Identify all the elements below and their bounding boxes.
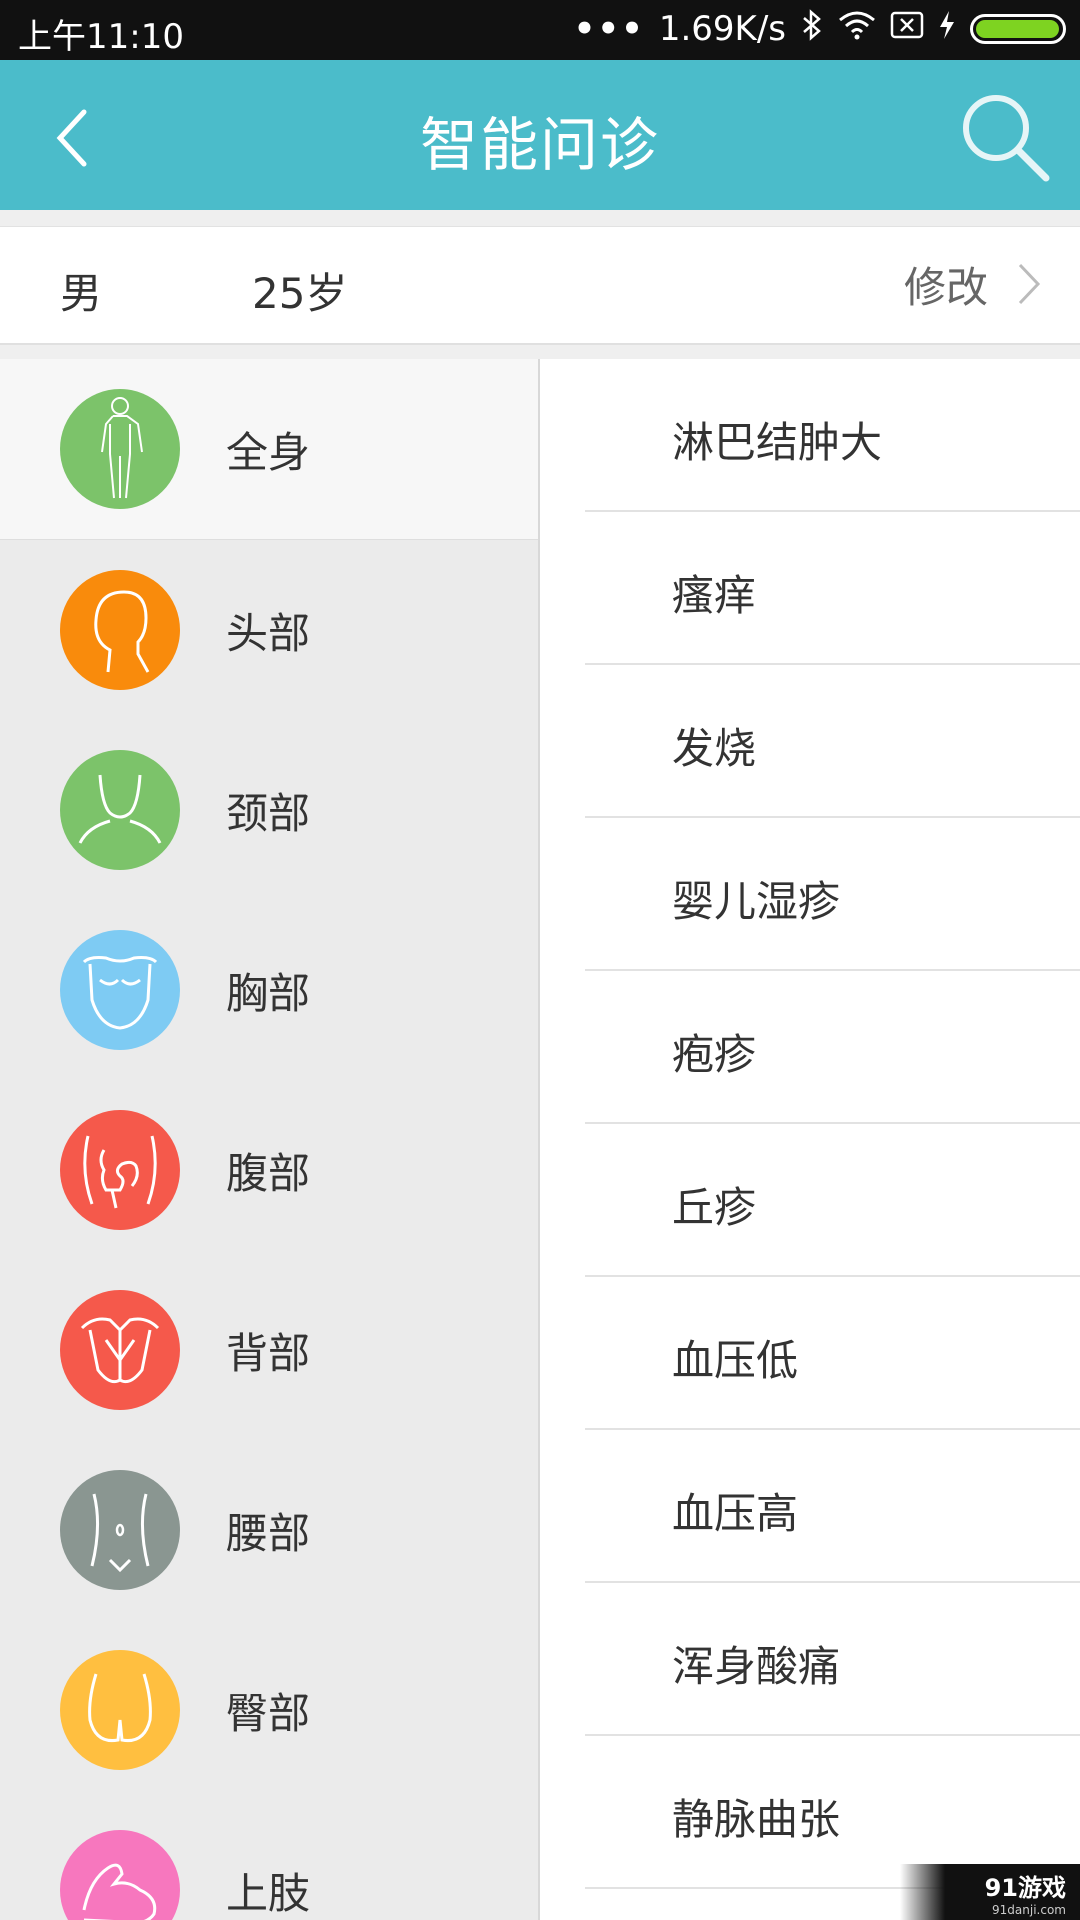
symptom-item[interactable]: 血压高 xyxy=(585,1430,1080,1583)
body-part-item-arm[interactable]: 上肢 xyxy=(0,1800,538,1920)
body-part-label: 腰部 xyxy=(226,1508,311,1558)
wifi-icon xyxy=(838,10,876,48)
body-part-badge xyxy=(60,1650,180,1770)
symptom-item[interactable]: 发烧 xyxy=(585,665,1080,818)
app-header: 智能问诊 xyxy=(0,60,1080,210)
symptom-label: 丘疹 xyxy=(672,1183,757,1232)
body-part-item-chest[interactable]: 胸部 xyxy=(0,900,538,1080)
neck-icon xyxy=(78,774,162,844)
watermark-brand: 91游戏 xyxy=(984,1874,1066,1902)
divider xyxy=(0,345,1080,359)
head-icon xyxy=(94,590,150,673)
body-part-label: 全身 xyxy=(226,427,311,477)
chevron-right-icon xyxy=(1018,263,1041,305)
body-part-badge xyxy=(60,930,180,1050)
gender-value: 男 xyxy=(60,269,103,318)
body-part-label: 颈部 xyxy=(226,788,311,838)
divider xyxy=(0,210,1080,227)
symptom-item[interactable]: 疱疹 xyxy=(585,971,1080,1124)
back-icon xyxy=(80,1317,160,1384)
body-part-badge xyxy=(60,389,180,509)
body-part-badge xyxy=(60,750,180,870)
page-title: 智能问诊 xyxy=(419,111,660,179)
symptom-item[interactable]: 血压低 xyxy=(585,1277,1080,1430)
body-part-badge xyxy=(60,1290,180,1410)
search-button[interactable] xyxy=(950,82,1060,192)
watermark-logo: 91游戏 91danji.com xyxy=(900,1864,1080,1920)
body-part-item-neck[interactable]: 颈部 xyxy=(0,720,538,900)
symptom-label: 疱疹 xyxy=(672,1030,757,1079)
more-dots-icon: ••• xyxy=(573,9,645,49)
body-part-label: 臀部 xyxy=(226,1688,311,1738)
full-body-icon xyxy=(101,397,143,499)
symptom-label: 发烧 xyxy=(672,724,757,773)
symptom-item[interactable]: 瘙痒 xyxy=(585,512,1080,665)
symptom-label: 血压高 xyxy=(672,1489,799,1538)
symptom-label: 静脉曲张 xyxy=(672,1795,841,1844)
symptom-label: 瘙痒 xyxy=(672,571,757,620)
body-part-item-abdomen[interactable]: 腹部 xyxy=(0,1080,538,1260)
body-part-item-hip[interactable]: 臀部 xyxy=(0,1620,538,1800)
edit-profile-button[interactable]: 修改 xyxy=(904,249,1044,319)
charging-icon xyxy=(938,10,956,48)
body-part-label: 腹部 xyxy=(226,1148,311,1198)
symptom-item[interactable]: 婴儿湿疹 xyxy=(585,818,1080,971)
body-part-item-full-body[interactable]: 全身 xyxy=(0,359,538,540)
body-part-label: 头部 xyxy=(226,608,311,658)
body-part-item-head[interactable]: 头部 xyxy=(0,540,538,720)
body-part-badge xyxy=(60,1470,180,1590)
status-bar: 上午11:10 ••• 1.69K/s xyxy=(0,0,1080,60)
body-part-list: 全身 头部 颈部 胸部 腹部 背部 腰部 臀部 上肢 xyxy=(0,359,540,1920)
symptom-item[interactable]: 淋巴结肿大 xyxy=(585,359,1080,512)
age-value: 25岁 xyxy=(252,269,348,318)
edit-label: 修改 xyxy=(903,262,988,312)
body-part-label: 上肢 xyxy=(226,1868,311,1918)
symptom-item[interactable]: 丘疹 xyxy=(585,1124,1080,1277)
symptom-label: 血压低 xyxy=(672,1336,799,1385)
body-part-badge xyxy=(60,1830,180,1920)
bluetooth-icon xyxy=(800,9,824,49)
search-icon xyxy=(963,95,1050,182)
body-part-item-waist[interactable]: 腰部 xyxy=(0,1440,538,1620)
symptom-label: 浑身酸痛 xyxy=(672,1642,841,1691)
arm-icon xyxy=(82,1863,157,1920)
body-part-badge xyxy=(60,570,180,690)
body-part-label: 胸部 xyxy=(226,968,311,1018)
abdomen-icon xyxy=(83,1135,157,1209)
hip-icon xyxy=(88,1673,152,1743)
symptom-item[interactable]: 浑身酸痛 xyxy=(585,1583,1080,1736)
chest-icon xyxy=(82,956,158,1030)
sim-x-icon xyxy=(890,10,924,48)
network-speed: 1.69K/s xyxy=(658,9,786,49)
waist-icon xyxy=(90,1493,150,1573)
body-part-item-back[interactable]: 背部 xyxy=(0,1260,538,1440)
status-icons: ••• 1.69K/s xyxy=(574,9,1066,49)
symptom-label: 婴儿湿疹 xyxy=(672,877,841,926)
body-part-label: 背部 xyxy=(226,1328,311,1378)
battery-icon xyxy=(970,14,1066,44)
body-part-badge xyxy=(60,1110,180,1230)
watermark-site: 91danji.com xyxy=(992,1903,1066,1917)
symptom-label: 淋巴结肿大 xyxy=(672,418,883,467)
status-time: 上午11:10 xyxy=(18,17,184,57)
symptom-list: 淋巴结肿大 瘙痒 发烧 婴儿湿疹 疱疹 丘疹 血压低 血压高 浑身酸痛 静脉曲张 xyxy=(540,359,1080,1920)
user-profile-row: 男 25岁 修改 xyxy=(0,227,1080,345)
